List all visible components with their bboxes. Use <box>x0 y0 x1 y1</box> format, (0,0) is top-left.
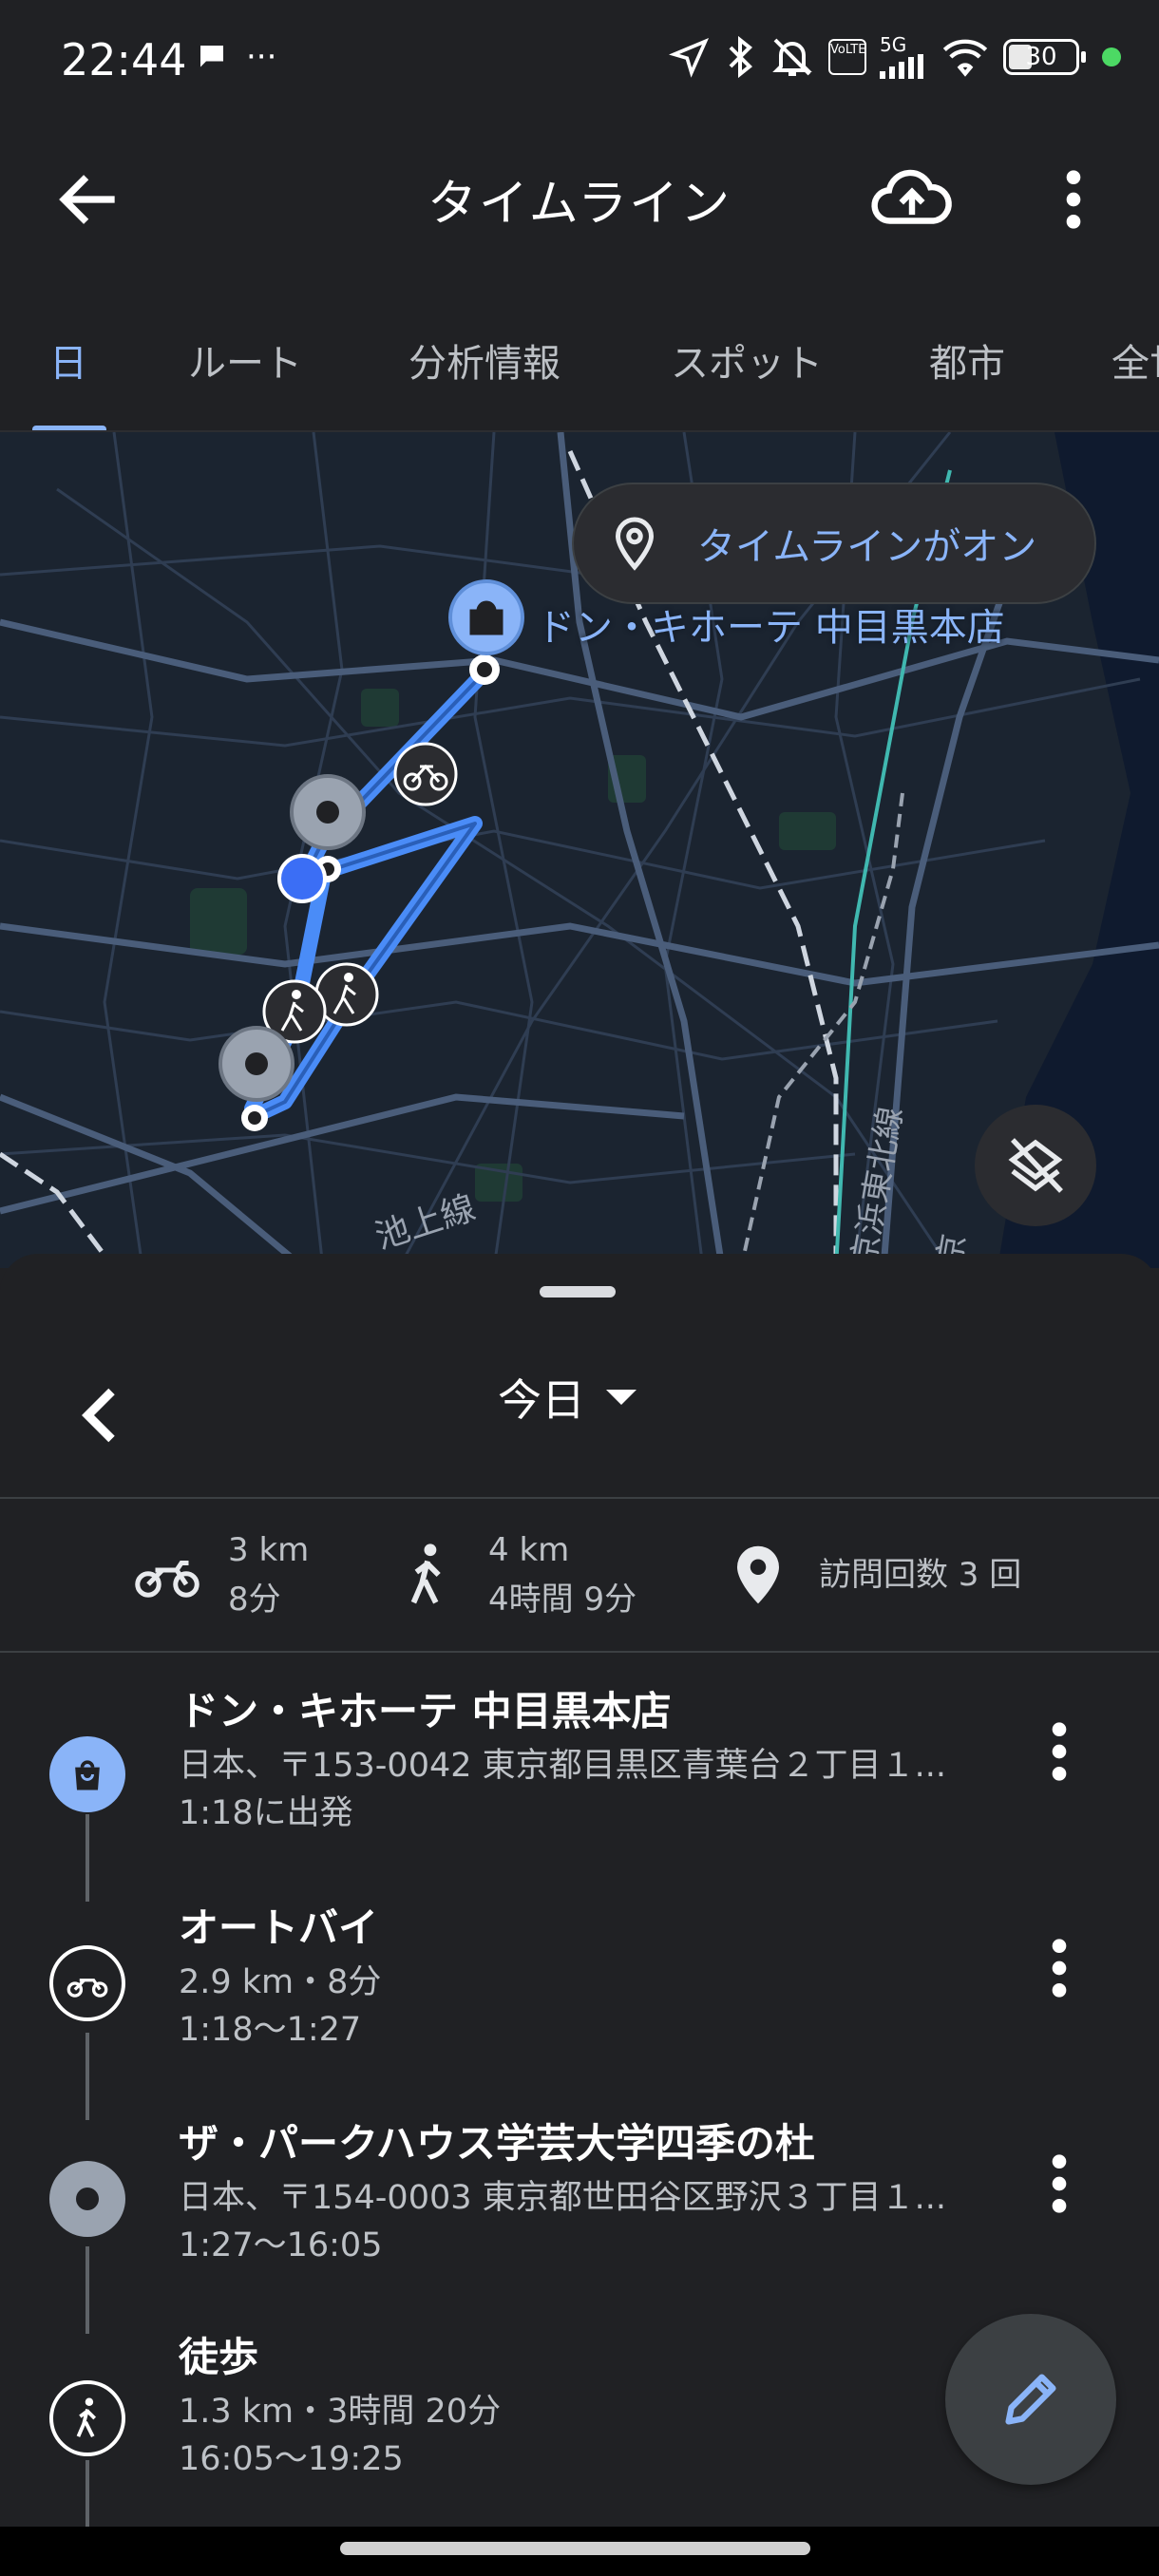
shopping-bag-map-pin-icon[interactable] <box>448 579 524 685</box>
entry-title: ザ・パークハウス学芸大学四季の杜 <box>179 2120 815 2167</box>
date-label-text: 今日 <box>498 1374 585 1426</box>
edit-pencil-icon <box>1005 2374 1056 2425</box>
entry-more-button[interactable] <box>1036 1714 1083 1790</box>
entry-more-button[interactable] <box>1036 2146 1083 2222</box>
layers-off-icon <box>1008 1138 1063 1193</box>
tab-cities[interactable]: 都市 <box>929 332 1005 388</box>
status-notification-icons: ··· <box>195 38 276 76</box>
entry-time: 1:18～1:27 <box>179 2011 362 2049</box>
chat-bubble-icon <box>200 46 223 67</box>
walk-icon <box>390 1537 466 1613</box>
stat-walk: 4 km 4時間 9分 <box>390 1499 636 1651</box>
stat-visits: 訪問回数 3 回 <box>720 1499 1021 1651</box>
place-dot-icon <box>49 2161 125 2237</box>
app-bar: タイムライン <box>0 123 1159 275</box>
pin-icon <box>720 1537 796 1613</box>
privacy-indicator <box>1102 47 1121 66</box>
more-vert-icon <box>1066 170 1081 229</box>
timeline-on-chip[interactable]: タイムラインがオン <box>572 483 1096 604</box>
sheet-drag-handle[interactable] <box>540 1286 616 1297</box>
motorcycle-icon <box>49 1945 125 2021</box>
edit-fab-button[interactable] <box>945 2314 1116 2485</box>
entry-address: 日本、〒153-0042 東京都目黒区青葉台２丁目１... <box>179 1747 947 1785</box>
more-vert-icon <box>1052 1722 1067 1781</box>
motorcycle-icon <box>129 1537 205 1613</box>
mute-icon <box>772 38 812 76</box>
date-selector[interactable]: 今日 <box>498 1366 636 1429</box>
status-right-icons: VoLTE 5G 30 <box>669 34 1121 80</box>
home-gesture-handle[interactable] <box>340 2542 810 2555</box>
entry-title: ドン・キホーテ 中目黒本店 <box>179 1688 672 1734</box>
tab-insights[interactable]: 分析情報 <box>408 332 560 388</box>
current-location-dot <box>277 854 327 903</box>
tab-active-indicator <box>32 426 106 430</box>
entry-distance-duration: 1.3 km・3時間 20分 <box>179 2393 502 2431</box>
stat-visit-count: 訪問回数 3 回 <box>819 1556 1022 1594</box>
place-map-pin-icon-2[interactable] <box>218 1026 294 1131</box>
shopping-bag-icon <box>49 1736 125 1812</box>
stat-motorcycle-distance: 3 km <box>228 1531 310 1569</box>
signal-icon: 5G <box>880 35 927 79</box>
more-options-button[interactable] <box>1045 161 1102 237</box>
entry-title: 徒歩 <box>179 2334 259 2380</box>
page-title: タイムライン <box>427 176 732 233</box>
daily-summary-stats: 3 km 8分 4 km 4時間 9分 訪問回数 3 回 <box>0 1499 1159 1651</box>
status-time: 22:44 <box>61 34 187 85</box>
stat-motorcycle-duration: 8分 <box>228 1581 281 1619</box>
more-vert-icon <box>1052 1939 1067 1998</box>
timeline-entry[interactable]: オートバイ 2.9 km・8分 1:18～1:27 <box>0 1896 1159 2105</box>
tab-spots[interactable]: スポット <box>671 332 823 388</box>
entry-distance-duration: 2.9 km・8分 <box>179 1963 382 2001</box>
divider-bottom <box>0 1651 1159 1653</box>
walk-icon <box>49 2380 125 2456</box>
timeline-entry[interactable]: ザ・パークハウス学芸大学四季の杜 日本、〒154-0003 東京都世田谷区野沢３… <box>0 2112 1159 2320</box>
volte-badge: VoLTE <box>828 39 866 75</box>
previous-day-button[interactable] <box>66 1368 133 1463</box>
map-place-label[interactable]: ドン・キホーテ 中目黒本店 <box>537 597 1005 652</box>
more-vert-icon <box>1052 2154 1067 2213</box>
motorcycle-map-icon[interactable] <box>393 742 458 806</box>
cloud-upload-icon <box>871 169 952 224</box>
tab-world[interactable]: 全世 <box>1112 332 1159 388</box>
cloud-backup-button[interactable] <box>869 161 955 237</box>
stat-walk-distance: 4 km <box>488 1531 570 1569</box>
system-nav-bar <box>0 2527 1159 2576</box>
stat-walk-duration: 4時間 9分 <box>488 1581 637 1619</box>
timeline-on-text: タイムラインがオン <box>697 525 1037 569</box>
tab-bar: 日 ルート 分析情報 スポット 都市 全世 <box>0 275 1159 432</box>
caret-down-icon <box>606 1390 636 1405</box>
status-extra: ··· <box>246 38 277 76</box>
stat-motorcycle: 3 km 8分 <box>129 1499 309 1651</box>
entry-time: 1:27～16:05 <box>179 2226 383 2264</box>
location-arrow-icon <box>669 38 710 78</box>
timeline-entry[interactable]: ドン・キホーテ 中目黒本店 日本、〒153-0042 東京都目黒区青葉台２丁目１… <box>0 1679 1159 1888</box>
wifi-icon <box>942 39 988 77</box>
battery-icon: 30 <box>1003 39 1086 75</box>
map-view[interactable]: 池上線 京浜東北線 京 ドン・キホーテ 中目黒本店 タイムラインがオン <box>0 432 1159 1268</box>
entry-more-button[interactable] <box>1036 1930 1083 2006</box>
location-pin-outline-icon <box>615 517 655 571</box>
entry-time: 16:05～19:25 <box>179 2440 404 2478</box>
status-bar: 22:44 ··· VoLTE 5G 30 <box>0 0 1159 123</box>
chevron-left-icon <box>82 1388 115 1443</box>
tab-day[interactable]: 日 <box>49 332 87 388</box>
tab-route[interactable]: ルート <box>188 332 302 388</box>
map-layers-toggle-button[interactable] <box>975 1105 1096 1226</box>
entry-address: 日本、〒154-0003 東京都世田谷区野沢３丁目１... <box>179 2179 947 2217</box>
bluetooth-icon <box>729 35 752 79</box>
entry-time: 1:18に出発 <box>179 1794 353 1832</box>
entry-title: オートバイ <box>179 1904 379 1951</box>
